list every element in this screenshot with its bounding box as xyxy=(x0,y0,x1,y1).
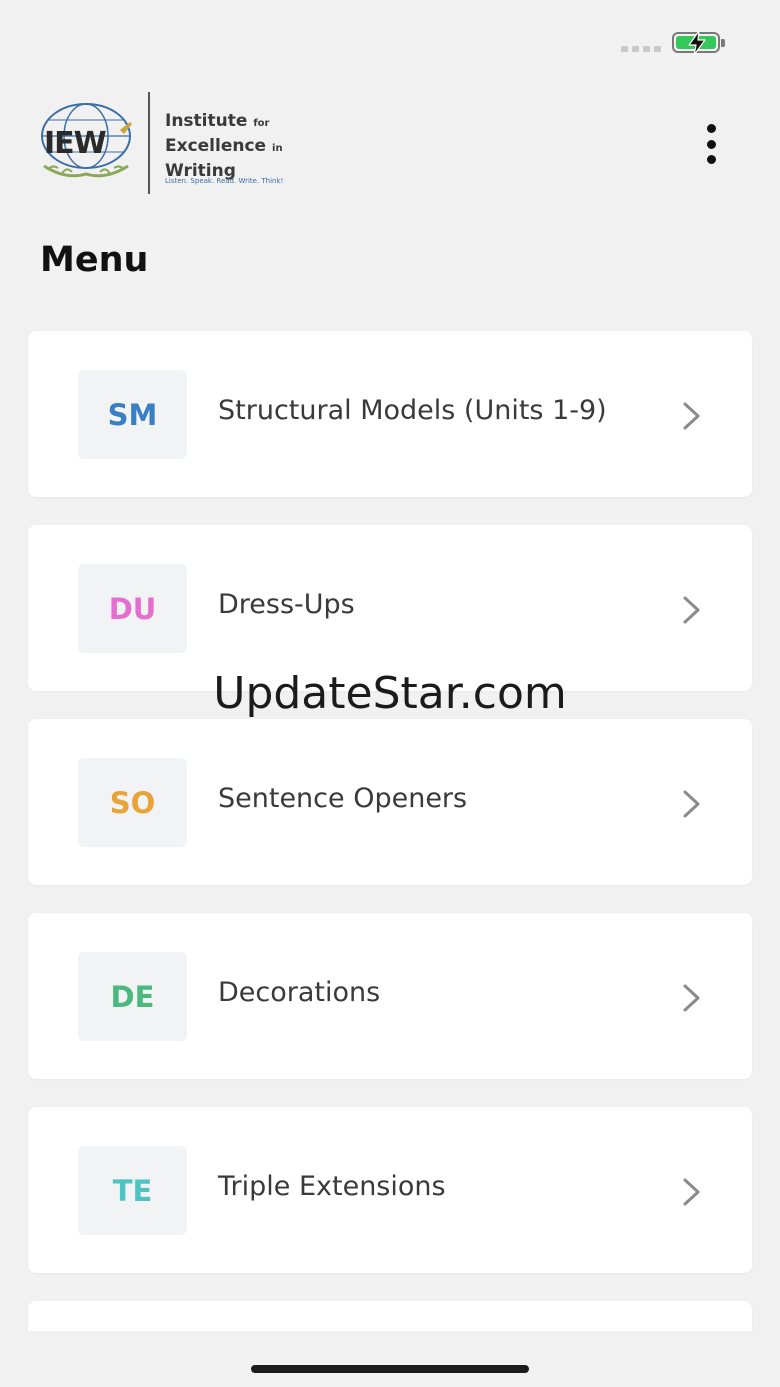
signal-icon xyxy=(621,46,661,52)
home-indicator-area xyxy=(0,1331,780,1387)
chevron-right-icon xyxy=(683,984,700,1012)
abbr-badge: SO xyxy=(78,758,187,847)
abbr-badge: SM xyxy=(78,370,187,459)
chevron-right-icon xyxy=(683,1178,700,1206)
iew-logo: IEW Institute for Excellence in Writing … xyxy=(38,88,288,198)
logo-mark-text: IEW xyxy=(44,126,107,161)
chevron-right-icon xyxy=(683,402,700,430)
menu-item-label: Decorations xyxy=(218,977,381,1008)
logo-line2: Excellence xyxy=(165,136,267,156)
menu-item-structural-models[interactable]: SM Structural Models (Units 1-9) xyxy=(28,331,752,497)
menu-item-label: Triple Extensions xyxy=(218,1171,446,1202)
logo-wordmark: Institute for Excellence in Writing xyxy=(165,110,283,182)
logo-divider xyxy=(148,92,150,194)
menu-item-label: Dress-Ups xyxy=(218,589,355,620)
page-title: Menu xyxy=(40,240,149,280)
menu-item-triple-extensions[interactable]: TE Triple Extensions xyxy=(28,1107,752,1273)
chevron-right-icon xyxy=(683,596,700,624)
menu-item-label: Structural Models (Units 1-9) xyxy=(218,395,607,426)
menu-item-label: Sentence Openers xyxy=(218,783,468,814)
charging-bolt-icon xyxy=(688,30,706,56)
menu-list: SM Structural Models (Units 1-9) DU Dres… xyxy=(28,331,752,1369)
status-bar xyxy=(0,0,780,80)
abbr-badge: DU xyxy=(78,564,187,653)
menu-item-sentence-openers[interactable]: SO Sentence Openers xyxy=(28,719,752,885)
logo-line1: Institute xyxy=(165,111,248,131)
menu-item-dress-ups[interactable]: DU Dress-Ups xyxy=(28,525,752,691)
more-vertical-icon xyxy=(706,124,716,133)
home-indicator[interactable] xyxy=(251,1365,529,1373)
more-options-button[interactable] xyxy=(696,124,726,164)
abbr-badge: DE xyxy=(78,952,187,1041)
battery-cap xyxy=(721,39,725,47)
abbr-badge: TE xyxy=(78,1146,187,1235)
logo-tagline: Listen. Speak. Read. Write. Think! xyxy=(165,177,284,185)
menu-item-decorations[interactable]: DE Decorations xyxy=(28,913,752,1079)
app-header: IEW Institute for Excellence in Writing … xyxy=(0,88,780,198)
chevron-right-icon xyxy=(683,790,700,818)
logo-line2-small: in xyxy=(272,143,283,154)
logo-line1-small: for xyxy=(253,118,270,129)
